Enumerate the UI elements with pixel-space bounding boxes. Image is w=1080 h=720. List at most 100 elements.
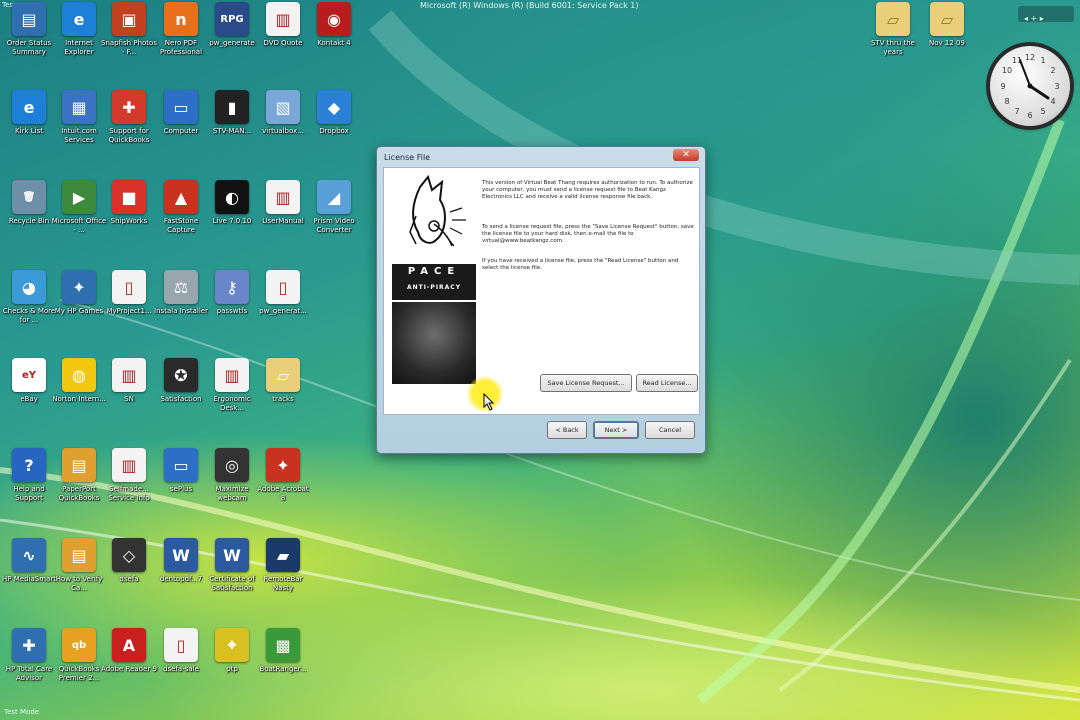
desktop-icon[interactable]: ▱ tracks [254, 358, 312, 404]
keys-icon: ⚷ [215, 270, 249, 304]
save-license-request-button[interactable]: Save License Request... [540, 374, 632, 392]
dialog-paragraph-authorization: This version of Virtual Beat Thang requi… [482, 180, 693, 200]
desktop-icon-label: RemoteBar Nasty [263, 575, 303, 592]
desktop-icon[interactable]: ▥ DVD Quote [254, 2, 312, 48]
document-icon: ▤ [62, 538, 96, 572]
desktop-icon[interactable]: ✚ Support for QuickBooks [100, 90, 158, 145]
desktop-icon[interactable]: ◐ Live 7.0.10 [203, 180, 261, 226]
desktop-icon-label: ptp [226, 665, 238, 673]
desktop-icon[interactable]: Wdentopdf...7 [152, 538, 210, 584]
desktop-folder-label: STV thru the years [871, 39, 915, 56]
desktop-icon-label: Selfmade... Service Info [108, 485, 150, 502]
snapfish-icon: ▣ [112, 2, 146, 36]
desktop-folder-stv[interactable]: ▱ STV thru the years [864, 2, 922, 57]
close-icon: ✕ [682, 150, 690, 160]
desktop-folder-nov[interactable]: ▱ Nov 12 09 [918, 2, 976, 48]
hp-games-icon: ✦ [62, 270, 96, 304]
ebay-icon: eY [12, 358, 46, 392]
pace-photo-image [392, 302, 476, 384]
desktop-icon[interactable]: ▭ sePlus [152, 448, 210, 494]
ableton-icon: ◐ [215, 180, 249, 214]
desktop-icon[interactable]: ⌖ ptp [203, 628, 261, 674]
desktop-icon[interactable]: ⚷ passwtfs [203, 270, 261, 316]
ptp-icon: ⌖ [215, 628, 249, 662]
desktop-icon-label: Certificate of Satisfaction [209, 575, 255, 592]
desktop-icon[interactable]: ▩ BoatRanger... [254, 628, 312, 674]
shortcut-icon: ▤ [12, 2, 46, 36]
desktop-icon[interactable]: ▲ FastStone Capture [152, 180, 210, 235]
nero-icon: n [164, 2, 198, 36]
desktop-icon-label: Computer [163, 127, 199, 135]
desktop-icon[interactable]: ▥ UserManual [254, 180, 312, 226]
desktop-icon-label: Support for QuickBooks [108, 127, 150, 144]
read-license-button[interactable]: Read License... [636, 374, 698, 392]
desktop-icon[interactable]: ◉ Kontakt 4 [305, 2, 363, 48]
desktop-icon[interactable]: ▭ Computer [152, 90, 210, 136]
adobe-icon: ✦ [266, 448, 300, 482]
desktop-icon-label: Kontakt 4 [317, 39, 351, 47]
support-icon: ✚ [112, 90, 146, 124]
dialog-title: License File [384, 153, 431, 162]
svg-text:6: 6 [1027, 111, 1032, 120]
desktop-icon[interactable]: ■ ShipWorks [100, 180, 158, 226]
desktop-icon[interactable]: ▮ STV-MAN... [203, 90, 261, 136]
desktop-icon[interactable]: ▣ Snapfish Photos - F... [100, 2, 158, 57]
desktop-icon[interactable]: ◆ Dropbox [305, 90, 363, 136]
remote-icon: ▰ [266, 538, 300, 572]
desktop-icon[interactable]: ✪ Satisfaction [152, 358, 210, 404]
desktop-icon[interactable]: ▯ MyProject1... [100, 270, 158, 316]
pdf-icon: ▥ [266, 180, 300, 214]
desktop-icon[interactable]: A Adobe Reader 9 [100, 628, 158, 674]
next-button[interactable]: Next > [593, 421, 639, 439]
license-file-dialog: License File ✕ PACE ANTI-PIRACY This ver… [376, 146, 706, 454]
desktop-icon-label: MyProject1... [106, 307, 152, 315]
desktop-icon-label: Nero PDF Professional [159, 39, 203, 56]
desktop-icon-label: ShipWorks [110, 217, 148, 225]
desktop-icon[interactable]: W Certificate of Satisfaction [203, 538, 261, 593]
clock-gadget[interactable]: 12 1 2 345 678 9 10 11 [990, 46, 1070, 126]
desktop-icon[interactable]: ◇ dsefa [100, 538, 158, 584]
desktop-icon[interactable]: ▯ pw_generat... [254, 270, 312, 316]
webcam-icon: ◎ [215, 448, 249, 482]
desktop-icon[interactable]: n Nero PDF Professional [152, 2, 210, 57]
installer-icon: ⚖ [164, 270, 198, 304]
document-icon: ▯ [164, 628, 198, 662]
desktop-icon[interactable]: ▥ SN [100, 358, 158, 404]
desktop-icon-label: UserManual [262, 217, 304, 225]
desktop-icon[interactable]: ⚖ Instala Installer [152, 270, 210, 316]
desktop-icon[interactable]: ◎ Maximize webcam [203, 448, 261, 503]
paperport-icon: ▤ [62, 448, 96, 482]
desktop-icon[interactable]: ✦ Adobe Acrobat 8 [254, 448, 312, 503]
hp-care-icon: ✚ [12, 628, 46, 662]
desktop-icon-label: Dropbox [319, 127, 349, 135]
desktop-icon[interactable]: ▯ dsefa-sale [152, 628, 210, 674]
desktop-icon[interactable]: RPG pw_generate [203, 2, 261, 48]
dialog-close-button[interactable]: ✕ [673, 149, 699, 161]
pace-logo-drawing-icon [409, 174, 466, 247]
desktop-icon[interactable]: ▧ virtualbox... [254, 90, 312, 136]
pdf-icon: ▥ [215, 358, 249, 392]
folder-icon: ▱ [930, 2, 964, 36]
adobe-reader-icon: A [112, 628, 146, 662]
rpg-icon: RPG [215, 2, 249, 36]
desktop-icon-label: Prism Video Converter [313, 217, 355, 234]
svg-text:10: 10 [1002, 66, 1012, 75]
svg-text:8: 8 [1004, 97, 1009, 106]
mouse-pointer-icon [483, 393, 495, 411]
desktop-icon-label: Maximize webcam [215, 485, 249, 502]
back-button[interactable]: < Back [547, 421, 587, 439]
dialog-paragraph-send-request: To send a license request file, press th… [482, 224, 694, 244]
boatranger-icon: ▩ [266, 628, 300, 662]
desktop-icon[interactable]: ◢ Prism Video Converter [305, 180, 363, 235]
cancel-button[interactable]: Cancel [645, 421, 695, 439]
sidebar-gadget-controls[interactable]: ◂ + ▸ [1018, 6, 1074, 23]
desktop-icon[interactable]: ▥ Ergonomic Desk... [203, 358, 261, 413]
faststone-icon: ▲ [164, 180, 198, 214]
pdf-icon: ▥ [112, 448, 146, 482]
anti-piracy-text: ANTI-PIRACY [406, 284, 462, 291]
desktop-icon[interactable]: ▰ RemoteBar Nasty [254, 538, 312, 593]
desktop-icon[interactable]: ▥ Selfmade... Service Info [100, 448, 158, 503]
help-icon: ? [12, 448, 46, 482]
desktop-icon-label: Live 7.0.10 [212, 217, 252, 225]
desktop-icon-label: Adobe Reader 9 [101, 665, 157, 673]
